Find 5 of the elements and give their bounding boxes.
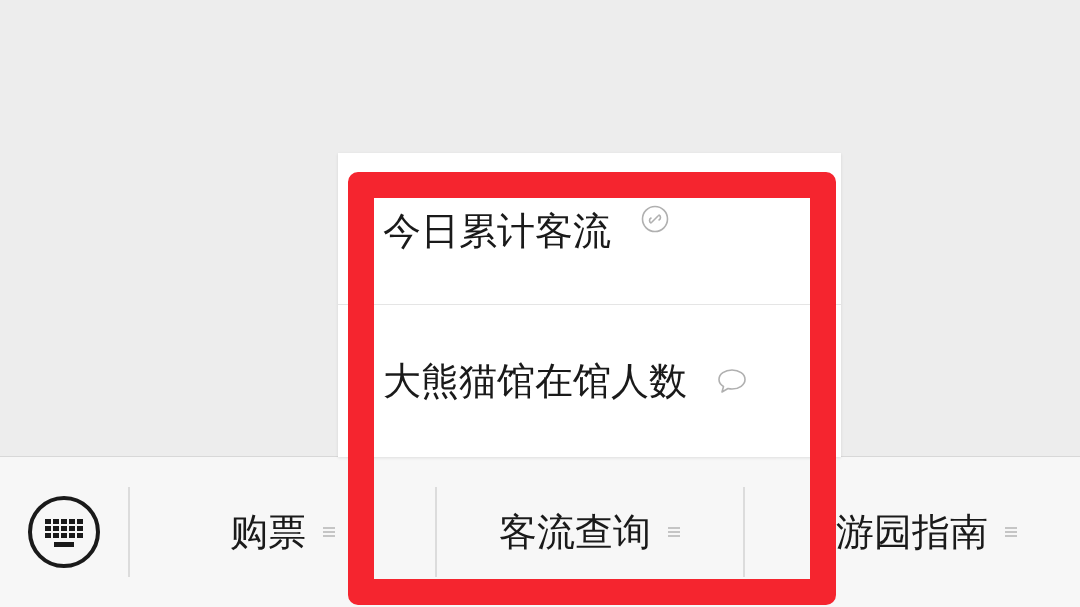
menu-button[interactable]: 购票 xyxy=(130,487,438,577)
menu-button[interactable]: 客流查询 xyxy=(437,487,745,577)
menu-button[interactable]: 游园指南 xyxy=(744,487,1080,577)
popup-menu-item[interactable]: 大熊猫馆在馆人数 xyxy=(383,355,687,407)
popup-menu-item[interactable]: 今日累计客流 xyxy=(383,205,611,257)
